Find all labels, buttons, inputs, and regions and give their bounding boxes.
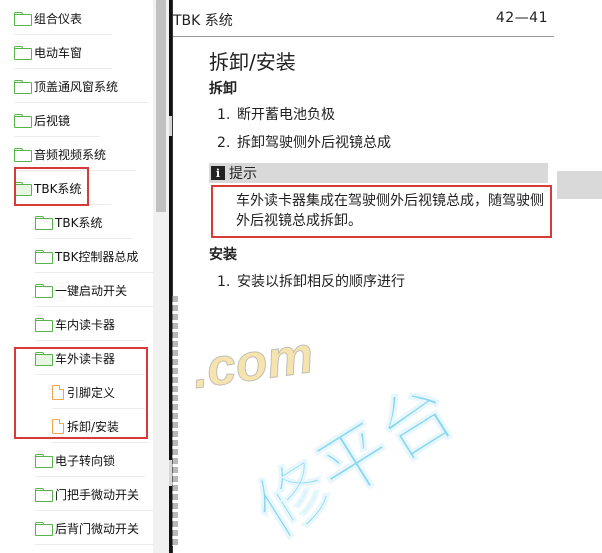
tree-item-instrument-cluster[interactable]: 组合仪表 bbox=[14, 1, 113, 35]
tree-item-steering-lock[interactable]: 电子转向锁 bbox=[35, 443, 146, 477]
folder-icon bbox=[14, 79, 32, 94]
tree-item-label: 引脚定义 bbox=[67, 385, 116, 400]
folder-icon bbox=[35, 521, 53, 536]
tree-item-audio-video[interactable]: 音频视频系统 bbox=[14, 137, 137, 171]
removal-step: 1. 断开蓄电池负极 bbox=[217, 104, 335, 124]
info-icon: i bbox=[211, 166, 225, 180]
step-number: 1. bbox=[217, 274, 231, 290]
document-icon bbox=[52, 418, 64, 434]
tree-item-label: 车内读卡器 bbox=[55, 317, 116, 332]
scrollbar-thumb[interactable] bbox=[156, 0, 166, 212]
tree-item-removal-install[interactable]: 拆卸/安装 bbox=[52, 409, 150, 443]
folder-icon bbox=[35, 453, 53, 468]
step-number: 2. bbox=[217, 135, 231, 151]
tree-item-label: 一键启动开关 bbox=[55, 283, 128, 298]
tree-item-label: 电动车窗 bbox=[34, 45, 83, 60]
folder-icon bbox=[35, 317, 53, 332]
tip-text: 车外读卡器集成在驾驶侧外后视镜总成，随驾驶侧外后视镜总成拆卸。 bbox=[236, 193, 544, 229]
document-header: TBK 系统 42—41 bbox=[173, 0, 554, 37]
tip-label: 提示 bbox=[229, 166, 257, 182]
folder-open-icon bbox=[35, 351, 53, 366]
folder-icon bbox=[14, 113, 32, 128]
right-margin bbox=[554, 0, 602, 553]
tree-item-label: 顶盖通风窗系统 bbox=[34, 79, 119, 94]
step-text: 安装以拆卸相反的顺序进行 bbox=[237, 274, 405, 290]
document-header-title: TBK 系统 bbox=[173, 13, 233, 29]
tree-item-inner-card-reader[interactable]: 车内读卡器 bbox=[35, 307, 146, 341]
folder-icon bbox=[14, 147, 32, 162]
tree-item-label: 门把手微动开关 bbox=[55, 487, 140, 502]
document-page: TBK 系统 42—41 拆卸/安装 拆卸 1. 断开蓄电池负极 2. 拆卸驾驶侧外… bbox=[173, 0, 554, 553]
tree-item-label: TBK控制器总成 bbox=[55, 249, 139, 264]
tree-item-tbk-controller[interactable]: TBK控制器总成 bbox=[35, 239, 153, 273]
step-text: 拆卸驾驶侧外后视镜总成 bbox=[237, 135, 391, 151]
tree-item-pin-definition[interactable]: 引脚定义 bbox=[52, 375, 146, 409]
removal-heading: 拆卸 bbox=[209, 81, 237, 97]
tree-item-label: TBK系统 bbox=[34, 181, 82, 196]
tree-item-mirror[interactable]: 后视镜 bbox=[14, 103, 101, 137]
tree-item-power-window[interactable]: 电动车窗 bbox=[14, 35, 113, 69]
tree-item-roof-vent[interactable]: 顶盖通风窗系统 bbox=[14, 69, 149, 103]
tip-bar: i 提示 bbox=[209, 163, 548, 183]
tree-item-label: 后视镜 bbox=[34, 113, 71, 128]
folder-icon bbox=[35, 215, 53, 230]
folder-open-icon bbox=[14, 181, 32, 196]
install-step: 1. 安装以拆卸相反的顺序进行 bbox=[217, 271, 405, 291]
step-text: 断开蓄电池负极 bbox=[237, 107, 335, 123]
tree-item-outer-card-reader[interactable]: 车外读卡器 bbox=[35, 341, 146, 375]
tree-item-label: 车外读卡器 bbox=[55, 351, 116, 366]
folder-icon bbox=[14, 11, 32, 26]
tree-item-tbk-system[interactable]: TBK系统 bbox=[14, 171, 113, 205]
tree-scrollbar[interactable] bbox=[153, 0, 169, 553]
tree-item-label: TBK系统 bbox=[55, 215, 103, 230]
tree-item-label: 后背门微动开关 bbox=[55, 521, 140, 536]
side-panel-tab[interactable] bbox=[557, 171, 602, 199]
removal-step: 2. 拆卸驾驶侧外后视镜总成 bbox=[217, 132, 391, 152]
document-icon bbox=[52, 384, 64, 400]
section-title: 拆卸/安装 bbox=[209, 50, 296, 74]
tree-item-tbk-system-sub[interactable]: TBK系统 bbox=[35, 205, 134, 239]
tree-item-label: 音频视频系统 bbox=[34, 147, 107, 162]
tree-item-label: 拆卸/安装 bbox=[67, 419, 120, 434]
install-heading: 安装 bbox=[209, 247, 237, 263]
folder-icon bbox=[35, 283, 53, 298]
folder-icon bbox=[35, 249, 53, 264]
tree-item-door-handle-switch[interactable]: 门把手微动开关 bbox=[35, 477, 153, 511]
page-number: 42—41 bbox=[495, 10, 548, 26]
folder-icon bbox=[14, 45, 32, 60]
tree-item-tailgate-switch[interactable]: 后背门微动开关 bbox=[35, 511, 153, 545]
tree-item-label: 电子转向锁 bbox=[55, 453, 116, 468]
tree-item-start-button[interactable]: 一键启动开关 bbox=[35, 273, 153, 307]
folder-icon bbox=[35, 487, 53, 502]
navigation-tree: 组合仪表 电动车窗 顶盖通风窗系统 后视镜 音频视频系统 TBK系统 TBK系统… bbox=[0, 0, 153, 553]
step-number: 1. bbox=[217, 107, 231, 123]
tree-item-label: 组合仪表 bbox=[34, 11, 83, 26]
